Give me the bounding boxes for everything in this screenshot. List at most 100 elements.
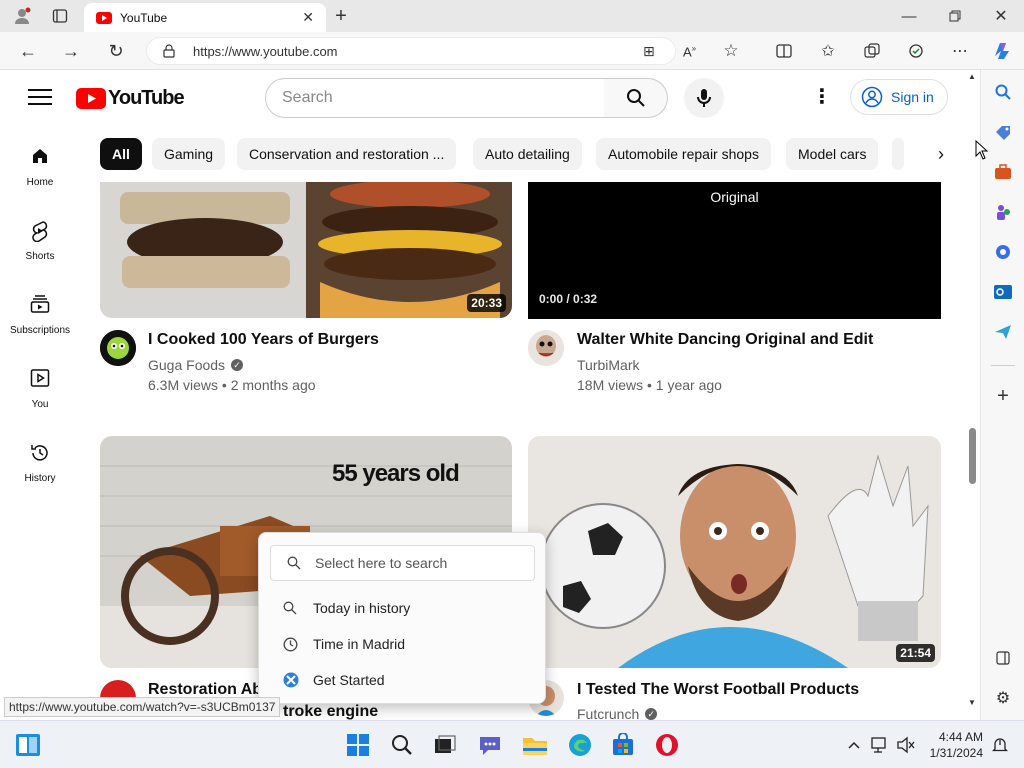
channel-name-turbimark[interactable]: TurbiMark [577, 357, 640, 373]
scroll-down-arrow-icon[interactable]: ▼ [968, 698, 976, 707]
popup-item-today-in-history[interactable]: Today in history [283, 600, 410, 616]
video-title-walter[interactable]: Walter White Dancing Original and Edit [577, 331, 873, 349]
tab-youtube[interactable]: YouTube ✕ [84, 3, 326, 32]
chip-model-cars[interactable]: Model cars [786, 138, 879, 170]
favorites-icon[interactable]: ✩ [814, 37, 842, 65]
close-window-icon[interactable]: ✕ [987, 2, 1015, 30]
opera-browser-icon[interactable] [653, 731, 681, 759]
network-icon[interactable] [866, 731, 894, 759]
extensions-icon[interactable] [902, 37, 930, 65]
file-explorer-icon[interactable] [521, 731, 549, 759]
nav-subscriptions-label: Subscriptions [9, 325, 71, 336]
profile-icon[interactable] [8, 2, 36, 30]
nav-home[interactable]: Home [0, 146, 80, 188]
taskbar-search-icon[interactable] [388, 731, 416, 759]
popup-item-get-started[interactable]: Get Started [283, 672, 385, 688]
sidebar-search-icon[interactable] [989, 78, 1017, 106]
games-chess-icon[interactable] [989, 198, 1017, 226]
nav-you[interactable]: You [0, 368, 80, 410]
video-meta-walter: 18M views • 1 year ago [577, 377, 722, 393]
notifications-icon[interactable] [986, 731, 1014, 759]
teams-chat-icon[interactable] [476, 731, 504, 759]
refresh-icon[interactable]: ↻ [102, 37, 130, 65]
hamburger-menu-icon[interactable] [28, 88, 52, 106]
more-menu-icon[interactable]: ⋯ [946, 37, 974, 65]
close-tab-icon[interactable]: ✕ [302, 9, 314, 26]
chip-conservation[interactable]: Conservation and restoration ... [237, 138, 457, 170]
nav-shorts[interactable]: Shorts [0, 220, 80, 262]
send-drop-icon[interactable] [989, 318, 1017, 346]
start-button-icon[interactable] [344, 731, 372, 759]
link-status-bar: https://www.youtube.com/watch?v=-s3UCBm0… [4, 697, 281, 717]
channel-avatar-guga[interactable] [100, 330, 136, 366]
hide-sidebar-icon[interactable] [989, 644, 1017, 672]
nav-subscriptions[interactable]: Subscriptions [0, 294, 80, 336]
channel-name-guga[interactable]: Guga Foods ✓ [148, 357, 244, 373]
forward-icon[interactable]: → [57, 37, 85, 65]
read-aloud-icon[interactable]: A» [683, 44, 696, 59]
split-screen-icon[interactable] [770, 37, 798, 65]
app-available-icon[interactable]: ⊞ [643, 43, 655, 60]
restore-icon[interactable] [941, 2, 969, 30]
nav-shorts-label: Shorts [25, 251, 55, 262]
scrollbar-thumb[interactable] [969, 428, 976, 484]
football-thumbnail-image [528, 436, 941, 668]
tools-briefcase-icon[interactable] [989, 158, 1017, 186]
shopping-tag-icon[interactable] [989, 118, 1017, 146]
video-title-burgers[interactable]: I Cooked 100 Years of Burgers [148, 331, 379, 349]
video-player-walter[interactable]: Original 0:00 / 0:32 [528, 182, 941, 319]
outlook-icon[interactable] [989, 278, 1017, 306]
copilot-icon[interactable] [988, 37, 1016, 65]
collections-icon[interactable] [858, 37, 886, 65]
channel-avatar-turbimark[interactable] [528, 330, 564, 366]
page-scrollbar[interactable]: ▲ ▼ [967, 70, 980, 720]
you-icon [30, 369, 50, 387]
tab-bar: YouTube ✕ + — ✕ [0, 0, 1024, 32]
chip-gaming[interactable]: Gaming [152, 138, 226, 170]
task-view-icon[interactable] [431, 731, 459, 759]
sidebar-settings-icon[interactable]: ⚙ [989, 684, 1017, 712]
widgets-icon[interactable] [14, 731, 42, 759]
add-sidebar-app-icon[interactable]: + [989, 382, 1017, 410]
chip-all[interactable]: All [100, 138, 142, 170]
search-icon [626, 89, 645, 107]
video-thumbnail-burgers[interactable]: 20:33 [100, 182, 512, 318]
account-icon [861, 86, 883, 108]
edge-sidebar: + ⚙ [980, 70, 1024, 720]
channel-name-text: Futcrunch [577, 706, 640, 720]
address-bar[interactable]: https://www.youtube.com ⊞ A» [146, 37, 696, 65]
chip-automobile-repair[interactable]: Automobile repair shops [596, 138, 771, 170]
youtube-logo[interactable]: YouTube [76, 87, 185, 110]
show-hidden-icons-icon[interactable] [840, 731, 868, 759]
scroll-up-arrow-icon[interactable]: ▲ [968, 72, 976, 81]
favorite-star-icon[interactable]: ☆ [717, 37, 745, 65]
nav-history-label: History [24, 473, 56, 484]
nav-you-label: You [31, 399, 49, 410]
tab-actions-icon[interactable] [46, 2, 74, 30]
channel-name-futcrunch[interactable]: Futcrunch ✓ [577, 706, 658, 720]
settings-kebab-icon[interactable]: ⋮ [812, 86, 832, 110]
search-button[interactable] [604, 78, 668, 118]
get-started-icon [283, 672, 299, 688]
volume-muted-icon[interactable] [892, 731, 920, 759]
chip-auto-detailing[interactable]: Auto detailing [473, 138, 582, 170]
video-thumbnail-football[interactable]: 21:54 [528, 436, 941, 668]
chips-next-icon[interactable]: › [912, 138, 964, 170]
home-icon [33, 149, 47, 163]
system-clock[interactable]: 4:44 AM 1/31/2024 [925, 729, 983, 761]
edge-browser-icon[interactable] [566, 731, 594, 759]
popup-item-time-in-madrid[interactable]: Time in Madrid [283, 636, 405, 652]
video-title-football[interactable]: I Tested The Worst Football Products [577, 681, 859, 699]
microsoft365-icon[interactable] [989, 238, 1017, 266]
minimize-icon[interactable]: — [895, 2, 923, 30]
popup-search-input[interactable]: Select here to search [270, 545, 535, 581]
back-icon[interactable]: ← [14, 37, 42, 65]
nav-history[interactable]: History [0, 442, 80, 484]
video-title-restoration-line2[interactable]: troke engine [283, 703, 378, 720]
sign-in-button[interactable]: Sign in [850, 79, 948, 115]
new-tab-icon[interactable]: + [327, 2, 355, 30]
search-input[interactable]: Search [265, 78, 605, 118]
mouse-cursor-icon [975, 139, 989, 165]
voice-search-button[interactable] [684, 78, 724, 118]
microsoft-store-icon[interactable] [609, 731, 637, 759]
